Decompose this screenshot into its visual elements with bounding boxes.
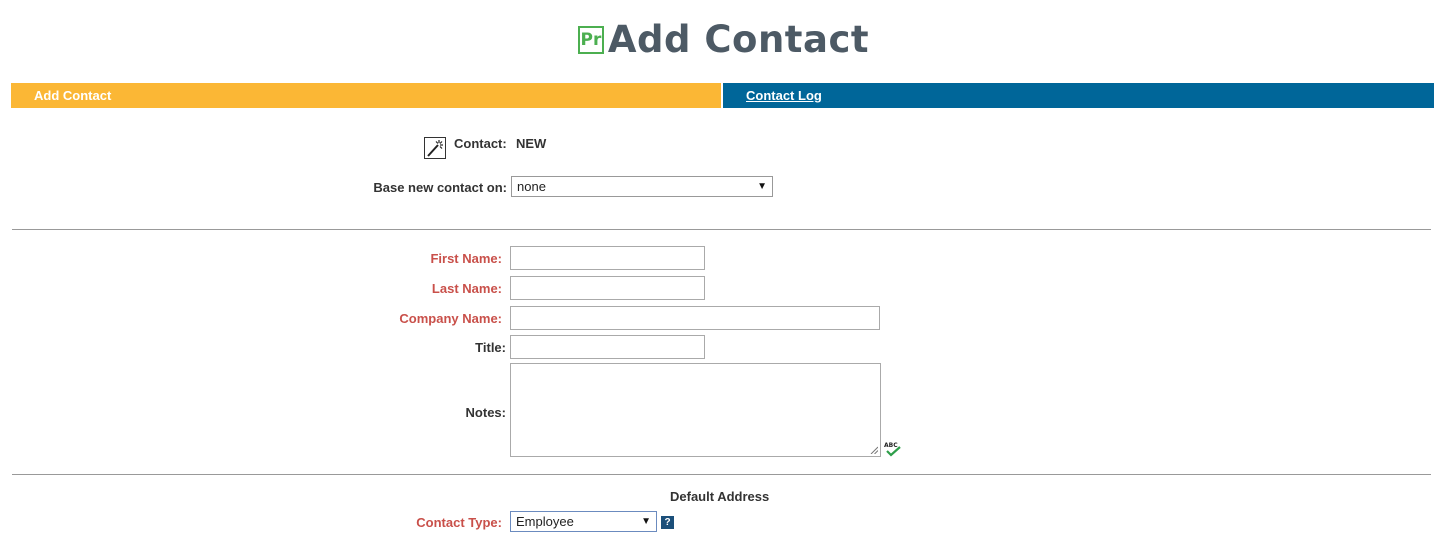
notes-textarea[interactable] <box>510 363 881 457</box>
divider <box>12 229 1431 230</box>
divider <box>12 474 1431 475</box>
default-address-heading: Default Address <box>670 489 770 504</box>
svg-text:ABC: ABC <box>884 442 898 449</box>
dropdown-arrow-icon: ▼ <box>641 516 651 527</box>
magic-wand-icon[interactable] <box>424 137 446 159</box>
tab-add-contact[interactable]: Add Contact <box>11 83 721 108</box>
contact-type-selected: Employee <box>516 514 574 529</box>
page-header: Pr Add Contact <box>0 18 1447 61</box>
app-logo: Pr <box>577 25 604 54</box>
company-name-label: Company Name: <box>399 311 502 326</box>
first-name-input[interactable] <box>510 246 705 270</box>
tab-bar: Add Contact Contact Log <box>11 83 1434 108</box>
company-name-input[interactable] <box>510 306 880 330</box>
contact-label: Contact: <box>454 136 507 151</box>
first-name-label: First Name: <box>430 251 502 266</box>
contact-type-label: Contact Type: <box>416 515 502 530</box>
spellcheck-icon[interactable]: ABC <box>884 441 902 457</box>
title-label: Title: <box>475 340 506 355</box>
base-contact-selected: none <box>517 179 546 194</box>
notes-label: Notes: <box>465 405 506 420</box>
dropdown-arrow-icon: ▼ <box>757 181 767 192</box>
base-contact-label: Base new contact on: <box>373 180 507 195</box>
contact-value: NEW <box>516 136 547 151</box>
last-name-label: Last Name: <box>431 281 502 296</box>
page-title: Add Contact <box>607 18 870 61</box>
tab-contact-log[interactable]: Contact Log <box>723 83 1434 108</box>
help-icon[interactable]: ? <box>661 516 674 529</box>
resize-handle-icon[interactable] <box>870 446 878 454</box>
base-contact-select[interactable]: none ▼ <box>511 176 773 197</box>
contact-type-select[interactable]: Employee ▼ <box>510 511 657 532</box>
title-input[interactable] <box>510 335 705 359</box>
last-name-input[interactable] <box>510 276 705 300</box>
